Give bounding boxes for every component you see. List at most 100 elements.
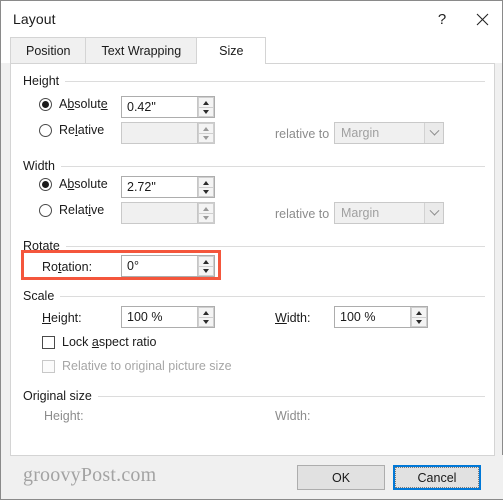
scale-height-label: Height: <box>42 311 82 325</box>
width-group-rule <box>60 165 485 167</box>
tab-size[interactable]: Size <box>196 37 267 64</box>
original-height-label: Height: <box>44 409 84 423</box>
height-group-header: Height <box>23 74 485 88</box>
scale-width-input[interactable]: 100 % <box>334 306 428 328</box>
height-group-legend: Height <box>23 74 60 88</box>
scale-width-value: 100 % <box>340 310 376 324</box>
spinner-down-icon[interactable] <box>198 317 214 327</box>
scale-width-label: Width: <box>275 311 311 325</box>
relative-original-size-checkbox <box>42 359 55 373</box>
width-absolute-label: Absolute <box>59 177 108 191</box>
width-relative-spinner[interactable] <box>197 203 214 223</box>
height-relative-input[interactable] <box>121 122 215 144</box>
dialog-footer: groovyPost.com OK Cancel <box>1 455 503 499</box>
spinner-up-icon[interactable] <box>198 177 214 187</box>
tab-text-wrapping-label: Text Wrapping <box>101 43 182 58</box>
ok-button-label: OK <box>331 470 351 485</box>
width-relative-input[interactable] <box>121 202 215 224</box>
width-group-legend: Width <box>23 159 55 173</box>
lock-aspect-ratio-checkbox-row[interactable]: Lock aspect ratio <box>42 335 157 349</box>
tab-position-label: Position <box>26 43 71 58</box>
tab-strip: Position Text Wrapping Size <box>1 37 502 64</box>
width-relative-to-dropdown[interactable]: Margin <box>334 202 444 224</box>
tab-text-wrapping[interactable]: Text Wrapping <box>85 37 198 63</box>
width-absolute-row: Absolute <box>39 177 108 191</box>
cancel-button-label: Cancel <box>417 470 457 485</box>
close-icon[interactable] <box>462 2 502 36</box>
scale-height-value: 100 % <box>127 310 163 324</box>
width-relative-value <box>122 203 197 223</box>
relative-original-size-label: Relative to original picture size <box>62 359 232 373</box>
rotation-value: 0° <box>127 259 139 273</box>
chevron-down-icon[interactable] <box>424 203 443 223</box>
height-relative-value <box>122 123 197 143</box>
title-bar: Layout ? <box>1 1 502 37</box>
relative-original-size-checkbox-row: Relative to original picture size <box>42 359 232 373</box>
height-relative-radio[interactable] <box>39 123 52 137</box>
spinner-down-icon[interactable] <box>198 213 214 223</box>
scale-width-spinner[interactable] <box>410 307 427 327</box>
height-group-rule <box>65 80 485 82</box>
scale-height-spinner[interactable] <box>197 307 214 327</box>
size-tab-panel: Height Absolute 0.42" Relative relative <box>10 63 495 456</box>
chevron-down-icon[interactable] <box>424 123 443 143</box>
width-absolute-input[interactable]: 2.72" <box>121 176 215 198</box>
rotation-input[interactable]: 0° <box>121 255 215 277</box>
tab-position[interactable]: Position <box>10 37 87 63</box>
rotation-spinner[interactable] <box>197 256 214 276</box>
spinner-down-icon[interactable] <box>198 187 214 197</box>
height-relative-row: Relative <box>39 123 104 137</box>
height-absolute-spinner[interactable] <box>197 97 214 117</box>
rotate-group-rule <box>65 245 485 247</box>
spinner-down-icon[interactable] <box>198 107 214 117</box>
scale-group-header: Scale <box>23 289 485 303</box>
cancel-button-focus-ring: Cancel <box>395 467 479 488</box>
scale-group-legend: Scale <box>23 289 55 303</box>
spinner-up-icon[interactable] <box>198 123 214 133</box>
height-relative-spinner[interactable] <box>197 123 214 143</box>
cancel-button[interactable]: Cancel <box>393 465 481 490</box>
height-absolute-row: Absolute <box>39 97 108 111</box>
spinner-up-icon[interactable] <box>198 203 214 213</box>
width-absolute-value: 2.72" <box>127 180 156 194</box>
watermark: groovyPost.com <box>23 464 157 486</box>
spinner-up-icon[interactable] <box>198 256 214 266</box>
original-size-group-legend: Original size <box>23 389 92 403</box>
spinner-up-icon[interactable] <box>198 97 214 107</box>
width-group-header: Width <box>23 159 485 173</box>
original-size-group-rule <box>97 395 485 397</box>
spinner-down-icon[interactable] <box>411 317 427 327</box>
rotate-group-legend: Rotate <box>23 239 60 253</box>
original-width-label: Width: <box>275 409 311 423</box>
width-absolute-spinner[interactable] <box>197 177 214 197</box>
layout-dialog: Layout ? Position Text Wrapping Size Hei… <box>0 0 503 500</box>
height-relative-label: Relative <box>59 123 105 137</box>
width-absolute-radio[interactable] <box>39 177 52 191</box>
width-relative-radio[interactable] <box>39 203 52 217</box>
scale-group-rule <box>60 295 485 297</box>
lock-aspect-ratio-checkbox[interactable] <box>42 335 55 349</box>
page-title: Layout <box>13 11 56 27</box>
width-relative-to-value: Margin <box>341 206 380 220</box>
height-absolute-value: 0.42" <box>127 100 156 114</box>
original-size-group-header: Original size <box>23 389 485 403</box>
spinner-up-icon[interactable] <box>411 307 427 317</box>
spinner-down-icon[interactable] <box>198 266 214 276</box>
width-relative-to-label: relative to <box>275 207 330 221</box>
height-absolute-input[interactable]: 0.42" <box>121 96 215 118</box>
height-relative-to-value: Margin <box>341 126 380 140</box>
height-relative-to-dropdown[interactable]: Margin <box>334 122 444 144</box>
width-relative-row: Relative <box>39 203 104 217</box>
lock-aspect-ratio-label: Lock aspect ratio <box>62 335 157 349</box>
scale-height-input[interactable]: 100 % <box>121 306 215 328</box>
help-icon[interactable]: ? <box>422 2 462 36</box>
height-absolute-label: Absolute <box>59 97 108 111</box>
spinner-down-icon[interactable] <box>198 133 214 143</box>
height-absolute-radio[interactable] <box>39 97 52 111</box>
ok-button[interactable]: OK <box>297 465 385 490</box>
tab-size-label: Size <box>219 43 244 58</box>
width-relative-label: Relative <box>59 203 105 217</box>
spinner-up-icon[interactable] <box>198 307 214 317</box>
height-relative-to-label: relative to <box>275 127 330 141</box>
rotation-label: Rotation: <box>42 260 93 274</box>
